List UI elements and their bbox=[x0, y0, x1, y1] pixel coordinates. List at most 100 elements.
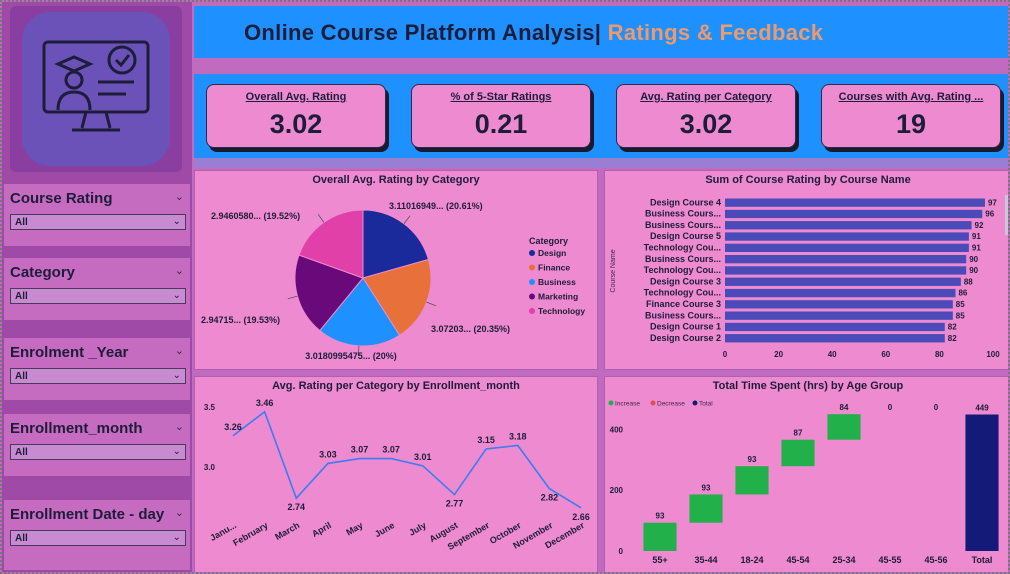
chevron-down-icon[interactable]: ⌄ bbox=[175, 420, 184, 433]
bar bbox=[725, 255, 967, 264]
bar-data-label: 85 bbox=[956, 300, 965, 309]
slicer-dropdown[interactable]: All ⌄ bbox=[10, 214, 186, 230]
kpi-strip: Overall Avg. Rating 3.02 % of 5-Star Rat… bbox=[194, 74, 1008, 158]
legend-item: Design bbox=[538, 248, 566, 258]
chevron-down-icon[interactable]: ⌄ bbox=[175, 190, 184, 203]
bar-data-label: 96 bbox=[985, 210, 994, 219]
bar-data-label: 0 bbox=[934, 403, 939, 412]
bar-data-label: 86 bbox=[958, 289, 967, 298]
legend-marker bbox=[692, 400, 698, 406]
legend-item: Business bbox=[538, 277, 576, 287]
legend-title: Category bbox=[529, 236, 568, 246]
slicer-enrolment-year[interactable]: Enrolment _Year ⌄ All ⌄ bbox=[4, 338, 190, 400]
x-tick-label: 45-55 bbox=[878, 555, 901, 565]
pie-chart-panel[interactable]: Overall Avg. Rating by Category 3.110169… bbox=[194, 170, 598, 370]
waterfall-bar bbox=[827, 414, 861, 440]
chevron-down-icon: ⌄ bbox=[172, 532, 181, 543]
bar-chart-panel[interactable]: Sum of Course Rating by Course Name Desi… bbox=[604, 170, 1008, 370]
slicer-category[interactable]: Category ⌄ All ⌄ bbox=[4, 258, 190, 320]
y-tick-label: Design Course 2 bbox=[650, 333, 721, 343]
x-tick-label: 35-44 bbox=[694, 555, 717, 565]
kpi-card-five-star-pct[interactable]: % of 5-Star Ratings 0.21 bbox=[411, 84, 591, 148]
y-tick-label: Design Course 3 bbox=[650, 276, 721, 286]
bar bbox=[725, 198, 985, 207]
pie-data-label: 3.07203... (20.35%) bbox=[431, 324, 510, 334]
x-tick-label: 100 bbox=[986, 350, 1000, 359]
line-data-label: 2.82 bbox=[541, 493, 559, 503]
y-tick-label: Business Cours... bbox=[645, 254, 721, 264]
line-data-label: 3.26 bbox=[224, 422, 242, 432]
bar-data-label: 87 bbox=[794, 429, 803, 438]
slicer-enrollment-month[interactable]: Enrollment_month ⌄ All ⌄ bbox=[4, 414, 190, 476]
y-tick-label: Design Course 4 bbox=[650, 197, 721, 207]
kpi-card-overall-avg-rating[interactable]: Overall Avg. Rating 3.02 bbox=[206, 84, 386, 148]
bar bbox=[725, 288, 956, 298]
bar bbox=[725, 334, 945, 343]
slicer-dropdown[interactable]: All ⌄ bbox=[10, 288, 186, 304]
kpi-label: Courses with Avg. Rating ... bbox=[838, 91, 984, 103]
slicer-course-rating[interactable]: Course Rating ⌄ All ⌄ bbox=[4, 184, 190, 246]
legend-marker bbox=[529, 279, 535, 285]
slicer-value: All bbox=[15, 533, 28, 544]
slicer-value: All bbox=[15, 371, 28, 382]
line-chart-panel[interactable]: Avg. Rating per Category by Enrollment_m… bbox=[194, 376, 598, 572]
x-tick-label: 20 bbox=[774, 350, 783, 359]
chevron-down-icon[interactable]: ⌄ bbox=[175, 344, 184, 357]
bar-data-label: 88 bbox=[964, 277, 973, 286]
legend-marker bbox=[529, 308, 535, 314]
slicer-dropdown[interactable]: All ⌄ bbox=[10, 444, 186, 460]
slicer-dropdown[interactable]: All ⌄ bbox=[10, 530, 186, 546]
chart-title: Overall Avg. Rating by Category bbox=[312, 174, 480, 186]
line-data-label: 3.18 bbox=[509, 431, 527, 441]
online-course-monitor-icon bbox=[22, 12, 170, 166]
chevron-down-icon[interactable]: ⌄ bbox=[175, 264, 184, 277]
x-tick-label: June bbox=[373, 520, 396, 539]
kpi-value: 0.21 bbox=[474, 109, 528, 139]
line-data-label: 3.46 bbox=[256, 398, 274, 408]
kpi-value: 3.02 bbox=[679, 109, 733, 139]
pie-leader-line bbox=[403, 215, 411, 225]
bar bbox=[725, 209, 983, 219]
x-tick-label: 0 bbox=[723, 350, 728, 359]
slicer-dropdown[interactable]: All ⌄ bbox=[10, 368, 186, 384]
x-tick-label: 45-54 bbox=[786, 555, 809, 565]
chart-title: Total Time Spent (hrs) by Age Group bbox=[712, 380, 904, 392]
pie-data-label: 2.9460580... (19.52%) bbox=[211, 211, 300, 221]
pie-leader-line bbox=[426, 301, 437, 307]
y-tick-label: Design Course 1 bbox=[650, 322, 721, 332]
bar-data-label: 93 bbox=[656, 512, 665, 521]
bar-data-label: 82 bbox=[948, 323, 957, 332]
slicer-title: Enrollment_month bbox=[10, 420, 143, 437]
bar bbox=[725, 232, 969, 241]
bar bbox=[725, 322, 945, 332]
x-tick-label: March bbox=[273, 520, 301, 542]
waterfall-chart-panel[interactable]: Total Time Spent (hrs) by Age Group Incr… bbox=[604, 376, 1008, 572]
line-data-label: 3.15 bbox=[477, 435, 495, 445]
x-tick-label: February bbox=[231, 520, 269, 548]
line-data-label: 2.77 bbox=[446, 499, 464, 509]
slicer-title: Category bbox=[10, 264, 76, 281]
bar bbox=[725, 243, 969, 252]
kpi-card-avg-rating-per-category[interactable]: Avg. Rating per Category 3.02 bbox=[616, 84, 796, 148]
chevron-down-icon: ⌄ bbox=[172, 290, 181, 301]
slicer-value: All bbox=[15, 291, 28, 302]
chevron-down-icon[interactable]: ⌄ bbox=[175, 506, 184, 519]
bar-data-label: 85 bbox=[956, 311, 965, 320]
sidebar: Course Rating ⌄ All ⌄ Category ⌄ All ⌄ E… bbox=[2, 2, 192, 572]
x-tick-label: 40 bbox=[828, 350, 837, 359]
horizontal-bar-chart: Design Course 4 97 Business Cours... 96 Busi… bbox=[610, 195, 1008, 359]
waterfall-bar bbox=[965, 414, 999, 551]
bar-data-label: 92 bbox=[975, 221, 984, 230]
waterfall-bar bbox=[643, 522, 677, 551]
legend-item: Marketing bbox=[538, 292, 578, 302]
bar bbox=[725, 221, 972, 230]
line-data-label: 3.07 bbox=[382, 445, 400, 455]
slicer-enrollment-date-day[interactable]: Enrollment Date - day ⌄ All ⌄ bbox=[4, 500, 190, 570]
pie-chart: 3.11016949... (20.61%) 3.07203... (20.35%… bbox=[201, 201, 585, 361]
y-tick-label: Business Cours... bbox=[645, 220, 721, 230]
kpi-card-courses-with-avg-rating[interactable]: Courses with Avg. Rating ... 19 bbox=[821, 84, 1001, 148]
slicer-value: All bbox=[15, 447, 28, 458]
x-tick-label: 60 bbox=[881, 350, 890, 359]
bar bbox=[725, 300, 953, 309]
bar-data-label: 90 bbox=[969, 255, 978, 264]
